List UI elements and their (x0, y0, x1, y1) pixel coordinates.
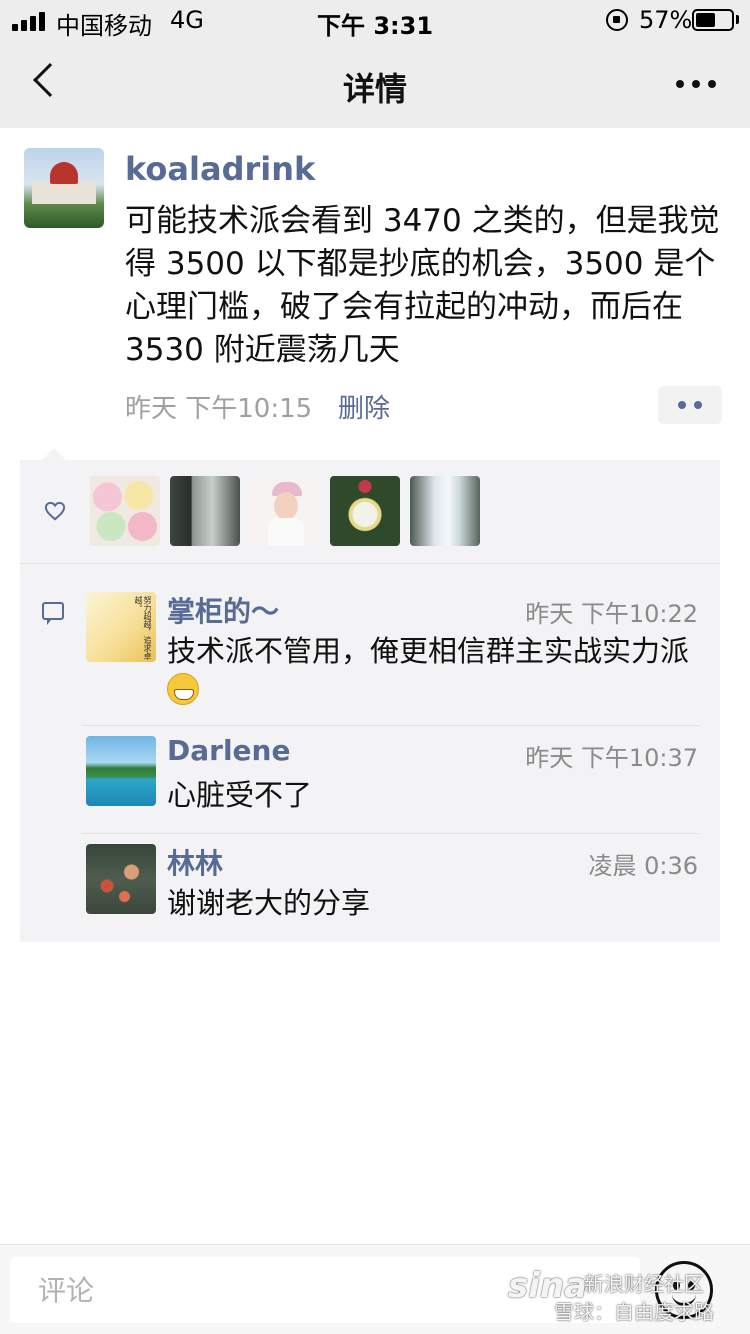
watermark-line1: 新浪财经社区 (584, 1272, 704, 1296)
battery-level (696, 13, 715, 27)
status-bar: 中国移动 4G 下午 3:31 57% (0, 0, 750, 40)
commenter-name[interactable]: 掌柜的～ (167, 590, 279, 630)
commenter-avatar[interactable] (86, 736, 156, 806)
watermark-line2: 雪球：自由度求路 (554, 1300, 714, 1324)
page-title: 详情 (342, 70, 407, 108)
like-avatar-doorway[interactable] (170, 476, 240, 546)
comment-time: 凌晨 0:36 (588, 852, 698, 880)
commenter-name[interactable]: 林林 (167, 842, 223, 882)
comment-time: 昨天 下午10:37 (525, 744, 698, 772)
rotation-lock-icon (606, 9, 628, 31)
divider (20, 563, 720, 564)
avatar-calligraphy: 努力超越，追求卓越。 (134, 596, 152, 660)
comment-text: 谢谢老大的分享 (167, 886, 371, 920)
commenter-avatar[interactable]: 努力超越，追求卓越。 (86, 592, 156, 662)
more-icon[interactable] (676, 80, 716, 88)
like-avatar-water-lily[interactable] (330, 476, 400, 546)
grin-emoji-icon (167, 673, 199, 705)
comment-time: 昨天 下午10:22 (525, 600, 698, 628)
like-avatar-woman[interactable] (250, 476, 320, 546)
commenter-avatar[interactable] (86, 844, 156, 914)
post-time: 昨天 下午10:15 (125, 394, 313, 424)
post-author-avatar[interactable] (24, 148, 104, 228)
divider (82, 833, 700, 834)
delete-button[interactable]: 删除 (338, 388, 390, 425)
post-content: 可能技术派会看到 3470 之类的，但是我觉得 3500 以下都是抄底的机会，3… (125, 203, 720, 368)
like-avatar-marshmallow[interactable] (90, 476, 160, 546)
like-avatar-waterfall[interactable] (410, 476, 480, 546)
comment-icon (42, 602, 64, 625)
comment-text: 心脏受不了 (167, 778, 313, 812)
panel-arrow (42, 448, 66, 460)
battery-icon (692, 9, 734, 31)
battery-cap (736, 15, 739, 24)
comment-text: 技术派不管用，俺更相信群主实战实力派 (167, 632, 707, 708)
battery-percent: 57% (639, 6, 693, 34)
like-comment-button[interactable] (658, 386, 722, 424)
watermark: sina 新浪财经社区 雪球：自由度求路 (508, 1262, 744, 1330)
post-author-name[interactable]: koaladrink (125, 150, 315, 188)
status-time: 下午 3:31 (316, 12, 434, 40)
heart-icon (44, 501, 66, 521)
divider (82, 725, 700, 726)
commenter-name[interactable]: Darlene (167, 734, 290, 767)
nav-bar: 详情 (0, 40, 750, 128)
